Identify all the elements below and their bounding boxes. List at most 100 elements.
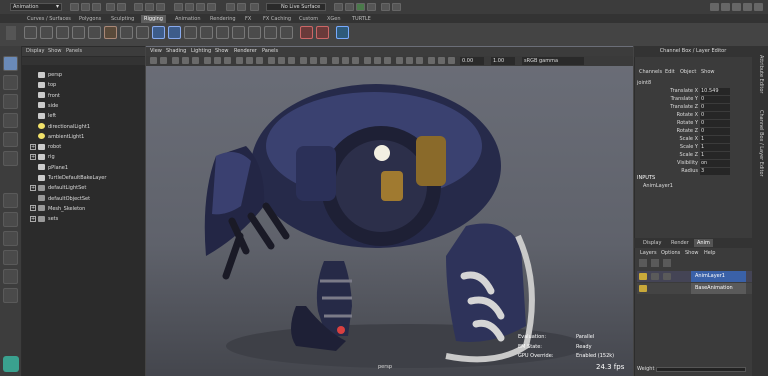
- attribute-editor-tab[interactable]: Attribute Editor: [758, 55, 764, 93]
- lasso-tool-icon[interactable]: [3, 75, 18, 90]
- channel-label[interactable]: Translate X: [638, 87, 698, 95]
- channel-value-field[interactable]: 1: [700, 136, 730, 143]
- channel-label[interactable]: Rotate X: [638, 111, 698, 119]
- tab-animation[interactable]: Animation: [172, 15, 204, 23]
- locator-icon[interactable]: [300, 26, 313, 39]
- weight-slider[interactable]: [656, 367, 746, 372]
- layer-menu-options[interactable]: Options: [661, 250, 680, 256]
- input-output-icon[interactable]: [334, 3, 343, 11]
- viewport-tool-icon[interactable]: [428, 57, 435, 64]
- viewport-tool-icon[interactable]: [374, 57, 381, 64]
- construction-icon[interactable]: [237, 3, 246, 11]
- viewport-tool-icon[interactable]: [364, 57, 371, 64]
- expand-toggle-icon[interactable]: +: [30, 215, 36, 222]
- channel-value-field[interactable]: 0: [700, 112, 730, 119]
- outliner-menu-display[interactable]: Display: [26, 47, 44, 56]
- channel-value-field[interactable]: 0: [700, 96, 730, 103]
- viewport-tool-icon[interactable]: [246, 57, 253, 64]
- menu-set-dropdown[interactable]: Animation: [10, 3, 62, 11]
- viewport-menu-show[interactable]: Show: [215, 47, 229, 56]
- snap-point-icon[interactable]: [196, 3, 205, 11]
- viewport-tool-icon[interactable]: [406, 57, 413, 64]
- scale-constraint-icon[interactable]: [264, 26, 277, 39]
- viewport-tool-icon[interactable]: [300, 57, 307, 64]
- channel-value-field[interactable]: 0: [700, 120, 730, 127]
- expand-toggle-icon[interactable]: +: [30, 184, 36, 191]
- cb-menu-channels[interactable]: Channels: [639, 69, 662, 75]
- outliner-item[interactable]: + defaultLightSet: [30, 183, 86, 193]
- layer-menu-help[interactable]: Help: [704, 250, 715, 256]
- viewport-tool-icon[interactable]: [278, 57, 285, 64]
- viewport-menu-lighting[interactable]: Lighting: [191, 47, 211, 56]
- workspace-icon[interactable]: [721, 3, 730, 11]
- graph-layout-icon[interactable]: [3, 288, 18, 303]
- viewport-menu-view[interactable]: View: [150, 47, 162, 56]
- base-layer-name[interactable]: BaseAnimation: [691, 283, 746, 294]
- joint-tool-icon[interactable]: [24, 26, 37, 39]
- anim-layer-row[interactable]: AnimLayer1: [637, 271, 752, 282]
- shelf-menu-icon[interactable]: [6, 26, 16, 40]
- color-space-dropdown[interactable]: sRGB gamma: [522, 57, 584, 65]
- undo-icon[interactable]: [106, 3, 115, 11]
- orient-constraint-icon[interactable]: [248, 26, 261, 39]
- cluster-icon[interactable]: [184, 26, 197, 39]
- channel-value-field[interactable]: 10.549: [700, 88, 730, 95]
- snap-surface-icon[interactable]: [207, 3, 216, 11]
- outliner-item[interactable]: front: [30, 91, 60, 101]
- ik-spline-icon[interactable]: [56, 26, 69, 39]
- lock-icon[interactable]: [639, 285, 647, 292]
- viewport-tool-icon[interactable]: [172, 57, 179, 64]
- ipr-icon[interactable]: [367, 3, 376, 11]
- tab-rigging[interactable]: Rigging: [141, 15, 166, 23]
- gamma-field[interactable]: 1.00: [491, 57, 515, 65]
- outliner-item[interactable]: TurtleDefaultBakeLayer: [30, 173, 106, 183]
- rotate-tool-icon[interactable]: [3, 132, 18, 147]
- expand-toggle-icon[interactable]: +: [30, 205, 36, 212]
- channel-value-field[interactable]: 1: [700, 144, 730, 151]
- outliner-menu-show[interactable]: Show: [48, 47, 62, 56]
- layout-side-icon[interactable]: [3, 231, 18, 246]
- live-surface-field[interactable]: No Live Surface: [266, 3, 326, 11]
- channel-label[interactable]: Scale X: [638, 135, 698, 143]
- layer-menu-layers[interactable]: Layers: [640, 250, 657, 256]
- viewport-tool-icon[interactable]: [204, 57, 211, 64]
- viewport-tool-icon[interactable]: [448, 57, 455, 64]
- move-tool-icon[interactable]: [3, 113, 18, 128]
- magnet-icon[interactable]: [250, 3, 259, 11]
- viewport-menu-renderer[interactable]: Renderer: [234, 47, 257, 56]
- select-hierarchy-icon[interactable]: [134, 3, 143, 11]
- viewport-tool-icon[interactable]: [236, 57, 243, 64]
- outliner-item[interactable]: top: [30, 80, 56, 90]
- paint-weights-icon[interactable]: [152, 26, 165, 39]
- snap-grid-icon[interactable]: [174, 3, 183, 11]
- ik-handle-icon[interactable]: [40, 26, 53, 39]
- channel-value-field[interactable]: 0: [700, 128, 730, 135]
- viewport-tool-icon[interactable]: [150, 57, 157, 64]
- viewport-tool-icon[interactable]: [192, 57, 199, 64]
- select-tool-icon[interactable]: [3, 56, 18, 71]
- channel-label[interactable]: Translate Z: [638, 103, 698, 111]
- detach-skin-icon[interactable]: [136, 26, 149, 39]
- outliner-item[interactable]: side: [30, 101, 58, 111]
- panel-toggle-icon[interactable]: [754, 3, 763, 11]
- outliner-item[interactable]: pPlane1: [30, 163, 68, 173]
- channel-label[interactable]: Translate Y: [638, 95, 698, 103]
- viewport-tool-icon[interactable]: [224, 57, 231, 64]
- channel-label[interactable]: Scale Y: [638, 143, 698, 151]
- viewport-tool-icon[interactable]: [352, 57, 359, 64]
- outliner-item[interactable]: + rig: [30, 152, 55, 162]
- viewport-tool-icon[interactable]: [160, 57, 167, 64]
- hypershade-icon[interactable]: [392, 3, 401, 11]
- channel-value-field[interactable]: 0: [700, 104, 730, 111]
- outliner-item[interactable]: directionalLight1: [30, 122, 90, 132]
- select-component-icon[interactable]: [156, 3, 165, 11]
- outliner-layout-icon[interactable]: [3, 269, 18, 284]
- layer-add-icon[interactable]: [651, 259, 659, 267]
- select-object-icon[interactable]: [145, 3, 154, 11]
- redo-icon[interactable]: [117, 3, 126, 11]
- outliner-item[interactable]: defaultObjectSet: [30, 194, 90, 204]
- channel-value-field[interactable]: 3: [700, 168, 730, 175]
- outliner-search-field[interactable]: [22, 57, 145, 65]
- layout-four-icon[interactable]: [3, 212, 18, 227]
- layout-icon[interactable]: [743, 3, 752, 11]
